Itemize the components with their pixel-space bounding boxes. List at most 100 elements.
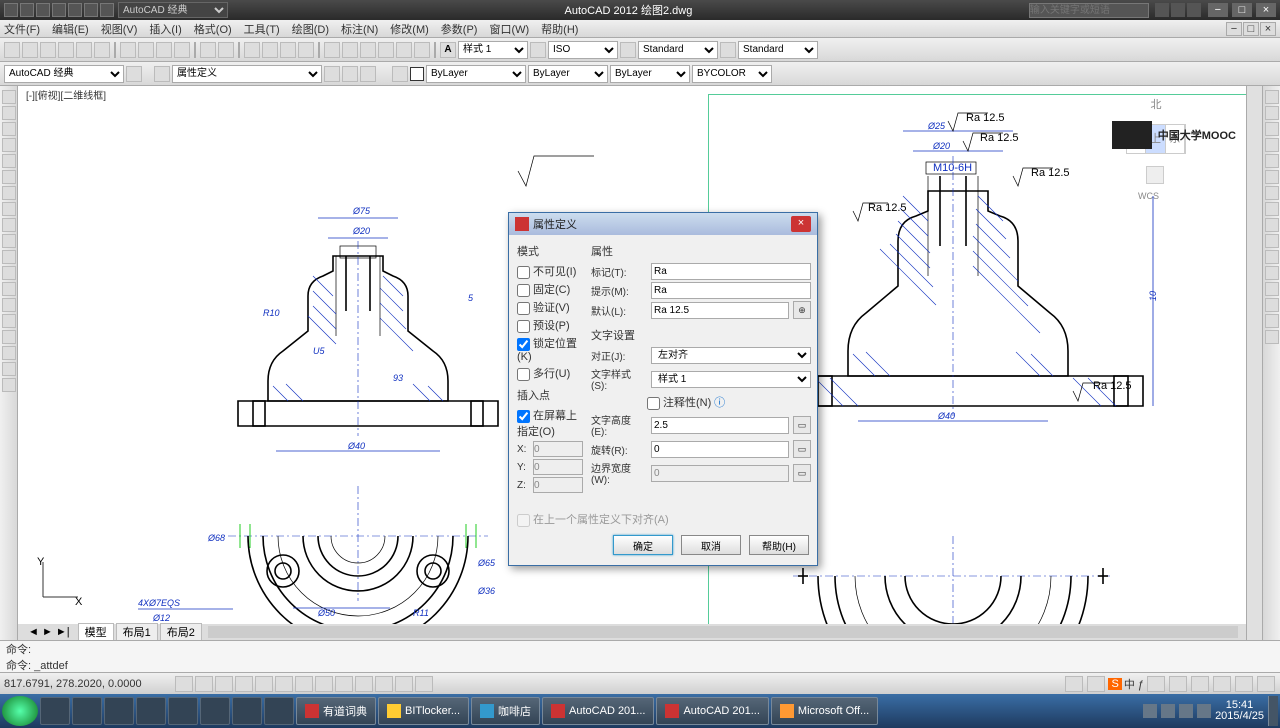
sb-ann[interactable] xyxy=(1147,676,1165,692)
sb-polar[interactable] xyxy=(235,676,253,692)
menu-dimension[interactable]: 标注(N) xyxy=(341,21,378,37)
mod-explode[interactable] xyxy=(1265,330,1279,344)
tab-model[interactable]: 模型 xyxy=(78,623,114,640)
tb-mleader-icon[interactable] xyxy=(720,42,736,58)
tb-color-icon[interactable] xyxy=(392,66,408,82)
tool-pline[interactable] xyxy=(2,106,16,120)
tool-ellipsearc[interactable] xyxy=(2,234,16,248)
tool-hatch[interactable] xyxy=(2,298,16,312)
menu-edit[interactable]: 编辑(E) xyxy=(52,21,89,37)
tb-layer-mgr[interactable] xyxy=(154,66,170,82)
tray-vol-icon[interactable] xyxy=(1179,704,1193,718)
pin-firefox[interactable] xyxy=(136,697,166,725)
tb-properties[interactable] xyxy=(324,42,340,58)
hscrollbar[interactable] xyxy=(208,626,1238,638)
tool-block[interactable] xyxy=(2,266,16,280)
tb-pan[interactable] xyxy=(244,42,260,58)
signin-icon[interactable] xyxy=(1155,3,1169,17)
insert-field-button[interactable]: ⊕ xyxy=(793,301,811,319)
tb-cut[interactable] xyxy=(120,42,136,58)
table-style-combo[interactable]: Standard xyxy=(638,41,718,59)
tool-addselect[interactable] xyxy=(2,378,16,392)
mod-mirror[interactable] xyxy=(1265,122,1279,136)
chk-verify[interactable]: 验证(V) xyxy=(517,299,583,315)
tb-paste[interactable] xyxy=(156,42,172,58)
qat-undo[interactable] xyxy=(68,3,82,17)
mod-chamfer[interactable] xyxy=(1265,298,1279,312)
mod-erase[interactable] xyxy=(1265,90,1279,104)
menu-insert[interactable]: 插入(I) xyxy=(149,21,181,37)
tb-match[interactable] xyxy=(174,42,190,58)
tb-publish[interactable] xyxy=(94,42,110,58)
mod-extend[interactable] xyxy=(1265,250,1279,264)
tool-gradient[interactable] xyxy=(2,314,16,328)
color-swatch[interactable] xyxy=(410,67,424,81)
help-button[interactable]: 帮助(H) xyxy=(749,535,809,555)
sb-qp[interactable] xyxy=(395,676,413,692)
pin-explorer[interactable] xyxy=(168,697,198,725)
chk-multiline[interactable]: 多行(U) xyxy=(517,365,583,381)
tab-layout1[interactable]: 布局1 xyxy=(116,623,158,640)
menu-draw[interactable]: 绘图(D) xyxy=(292,21,329,37)
mod-rotate[interactable] xyxy=(1265,186,1279,200)
tool-revcloud[interactable] xyxy=(2,186,16,200)
sb-hw[interactable] xyxy=(1213,676,1231,692)
pin-snip[interactable] xyxy=(264,697,294,725)
chk-onscreen[interactable]: 在屏幕上指定(O) xyxy=(517,407,583,439)
mod-stretch[interactable] xyxy=(1265,218,1279,232)
task-acad1[interactable]: AutoCAD 201... xyxy=(542,697,654,725)
minimize-button[interactable]: − xyxy=(1208,3,1228,17)
tool-polygon[interactable] xyxy=(2,122,16,136)
dim-style-combo[interactable]: ISO xyxy=(548,41,618,59)
tb-markup[interactable] xyxy=(396,42,412,58)
mod-fillet[interactable] xyxy=(1265,314,1279,328)
menu-tools[interactable]: 工具(T) xyxy=(244,21,280,37)
app-icon[interactable] xyxy=(4,3,18,17)
tb-ws-gear[interactable] xyxy=(126,66,142,82)
mod-move[interactable] xyxy=(1265,170,1279,184)
tab-layout2[interactable]: 布局2 xyxy=(160,623,202,640)
help-icon[interactable] xyxy=(1187,3,1201,17)
tb-save[interactable] xyxy=(40,42,56,58)
linetype-combo[interactable]: ByLayer xyxy=(528,65,608,83)
sb-ducs[interactable] xyxy=(315,676,333,692)
ime-indicator[interactable]: S xyxy=(1108,678,1121,690)
rotation-input[interactable] xyxy=(651,441,789,458)
dialog-close-button[interactable]: × xyxy=(791,216,811,232)
menu-format[interactable]: 格式(O) xyxy=(194,21,232,37)
tb-dim-icon[interactable] xyxy=(530,42,546,58)
ime-mode[interactable]: 中 ƒ xyxy=(1124,676,1144,692)
tool-table[interactable] xyxy=(2,346,16,360)
tool-insert[interactable] xyxy=(2,250,16,264)
cancel-button[interactable]: 取消 xyxy=(681,535,741,555)
mod-scale[interactable] xyxy=(1265,202,1279,216)
mod-copy[interactable] xyxy=(1265,106,1279,120)
tb-designcenter[interactable] xyxy=(342,42,358,58)
maximize-button[interactable]: □ xyxy=(1232,3,1252,17)
show-desktop[interactable] xyxy=(1268,696,1278,726)
chk-annotative[interactable]: 注释性(N) ⓘ xyxy=(647,394,811,410)
chk-invisible[interactable]: 不可见(I) xyxy=(517,263,583,279)
workspace-combo2[interactable]: AutoCAD 经典 xyxy=(4,65,124,83)
task-youdao[interactable]: 有道词典 xyxy=(296,697,376,725)
sb-3dosnap[interactable] xyxy=(275,676,293,692)
mod-join[interactable] xyxy=(1265,282,1279,296)
sb-iso[interactable] xyxy=(1235,676,1253,692)
menu-file[interactable]: 文件(F) xyxy=(4,21,40,37)
bwidth-pick-button[interactable]: ▭ xyxy=(793,464,811,482)
tb-layer-prev[interactable] xyxy=(324,66,340,82)
lineweight-combo[interactable]: ByLayer xyxy=(610,65,690,83)
workspace-combo[interactable]: AutoCAD 经典 xyxy=(118,2,228,18)
sb-lwt[interactable] xyxy=(355,676,373,692)
tool-region[interactable] xyxy=(2,330,16,344)
tool-ellipse[interactable] xyxy=(2,218,16,232)
ok-button[interactable]: 确定 xyxy=(613,535,673,555)
pin-bird[interactable] xyxy=(232,697,262,725)
task-office[interactable]: Microsoft Off... xyxy=(771,697,878,725)
search-box[interactable] xyxy=(1029,3,1149,18)
dialog-titlebar[interactable]: 属性定义 × xyxy=(509,213,817,235)
tb-layer-iso[interactable] xyxy=(342,66,358,82)
mod-trim[interactable] xyxy=(1265,234,1279,248)
sb-quickview[interactable] xyxy=(1087,676,1105,692)
sb-lock[interactable] xyxy=(1191,676,1209,692)
